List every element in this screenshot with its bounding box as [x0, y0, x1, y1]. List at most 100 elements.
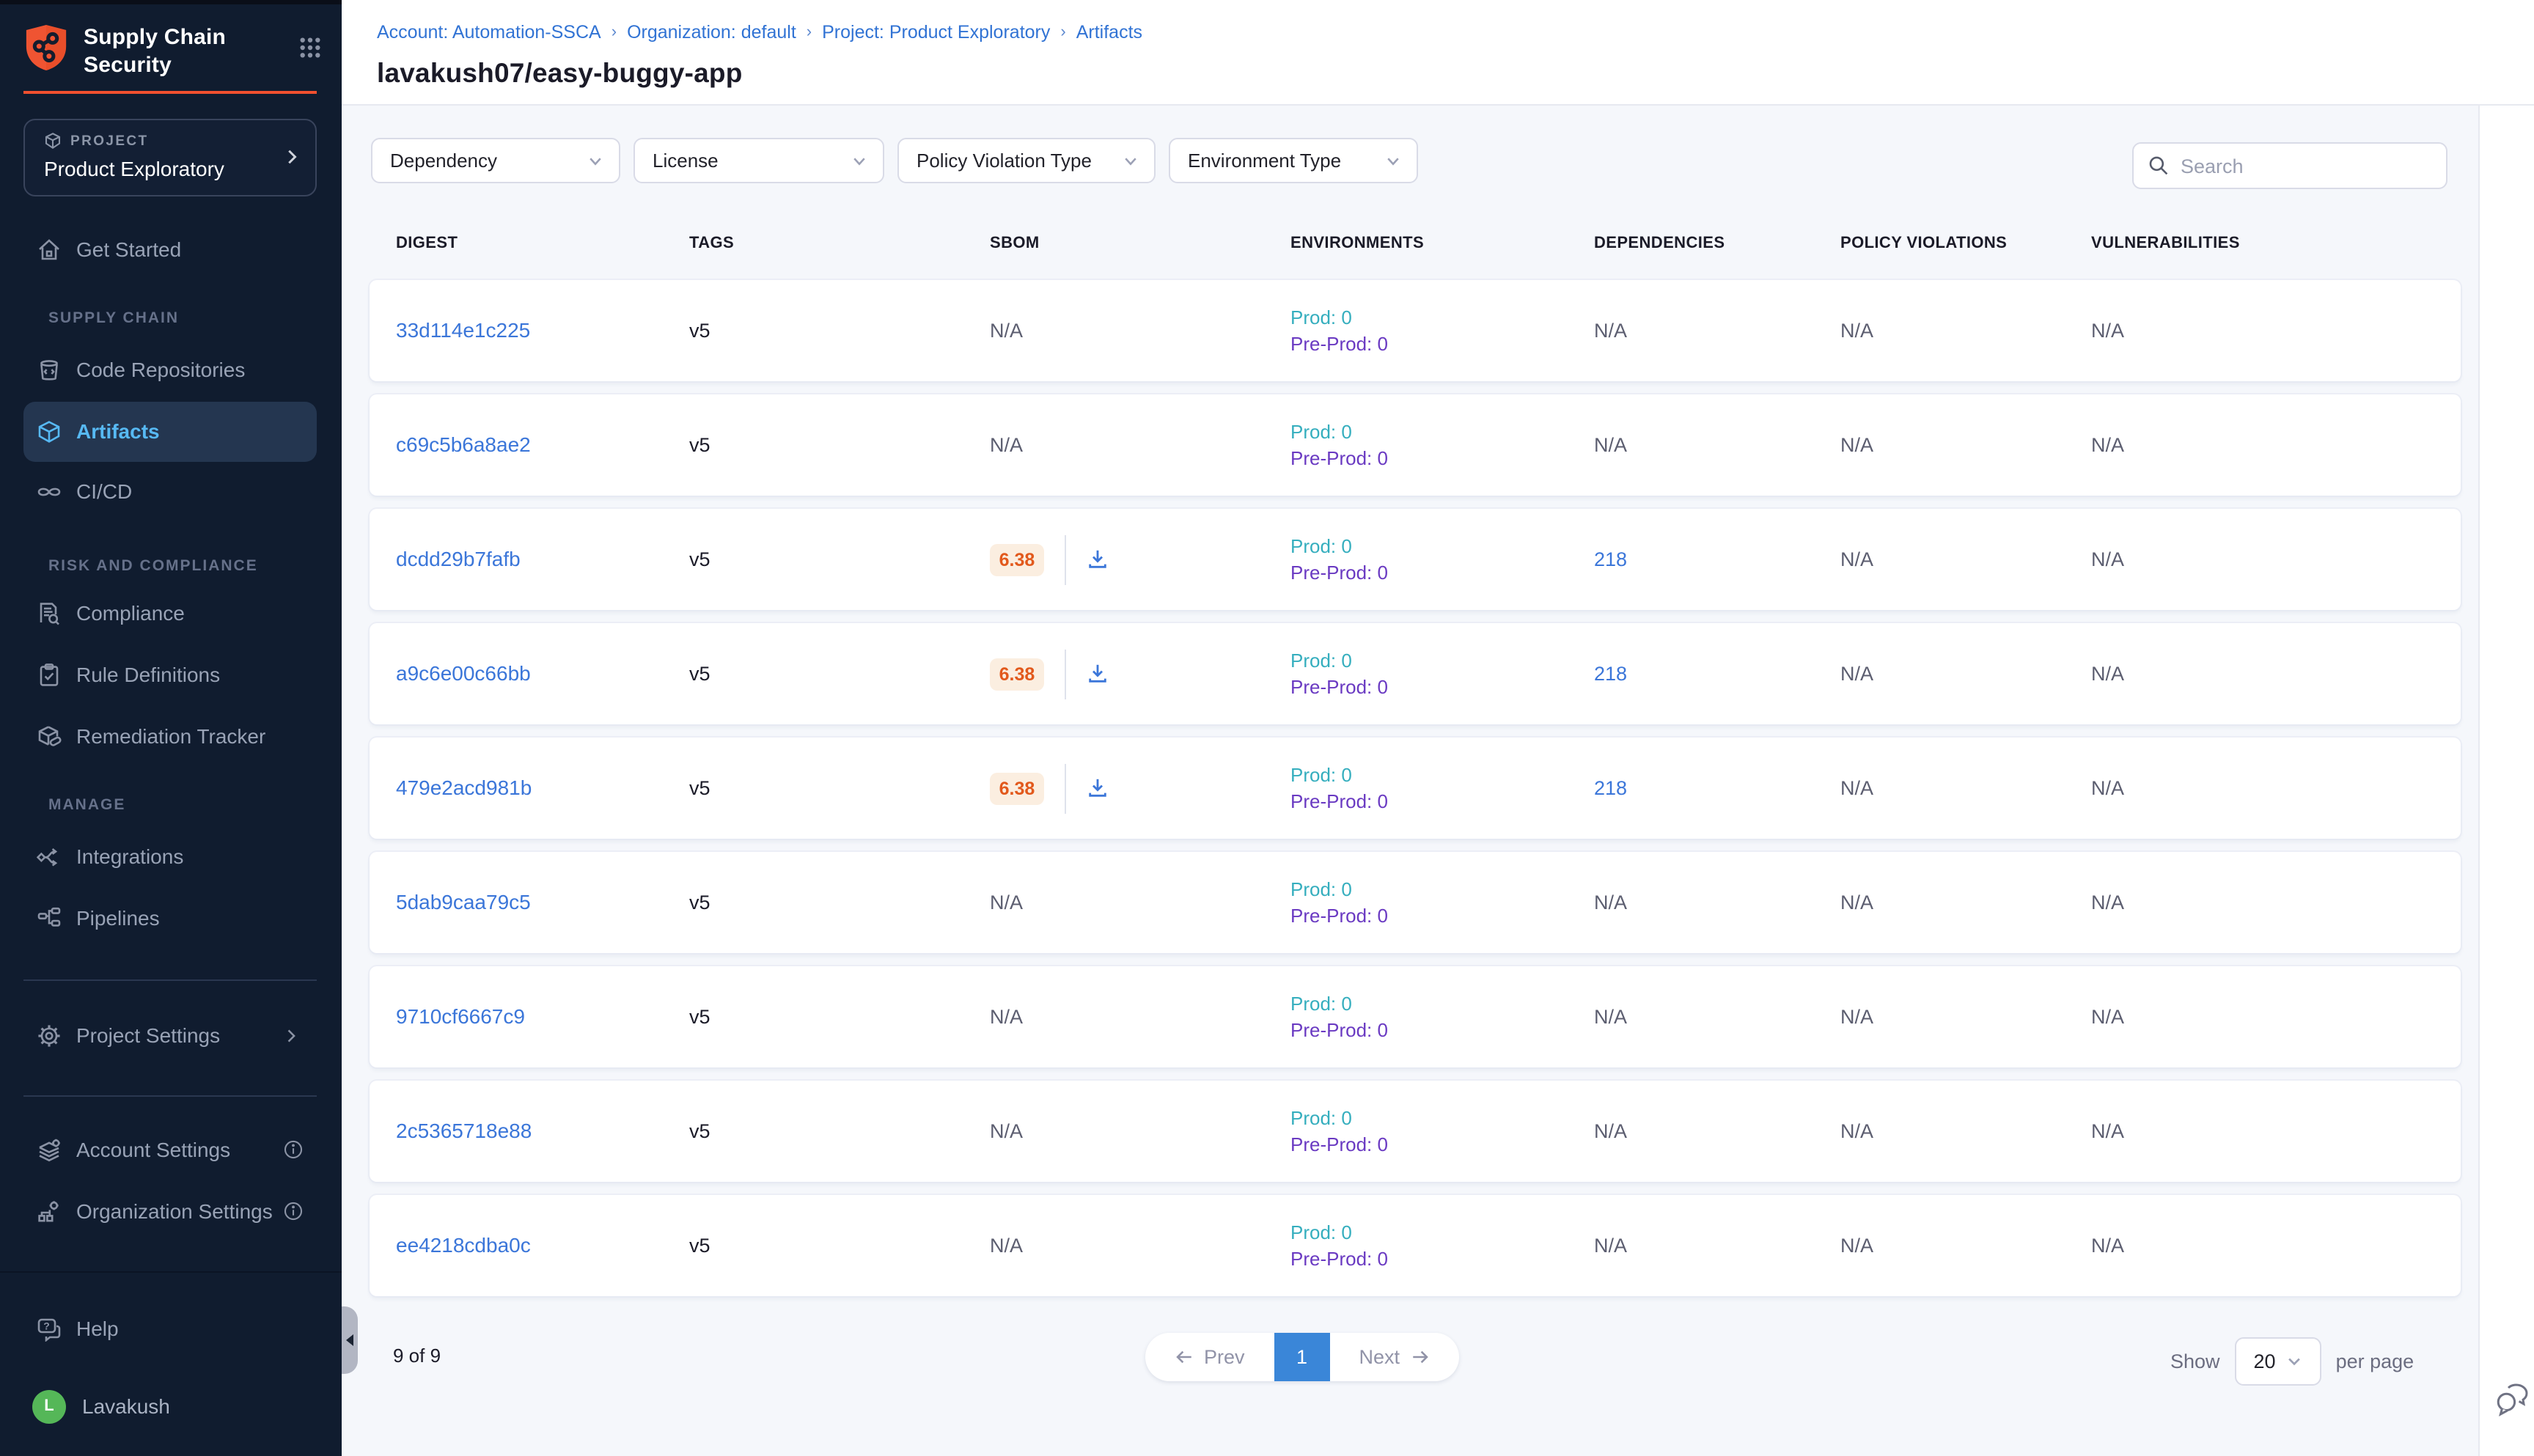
search-input[interactable]	[2181, 155, 2431, 177]
doc-search-icon	[37, 600, 62, 625]
artifact-digest-link[interactable]: dcdd29b7fafb	[396, 546, 521, 570]
sidebar-item-compliance[interactable]: Compliance	[23, 583, 317, 643]
filter-dropdown-license[interactable]: License	[634, 138, 884, 183]
filter-dropdown-environment-type[interactable]: Environment Type	[1169, 138, 1418, 183]
infinity-icon	[37, 479, 62, 504]
artifact-row: 2c5365718e88 v5 N/A Prod: 0 Pre-Prod: 0 …	[370, 1081, 2461, 1182]
integrations-icon	[37, 844, 62, 869]
search-box[interactable]	[2132, 142, 2447, 189]
nav-section-label: MANAGE	[48, 796, 125, 814]
prod-count-link[interactable]: Prod: 0	[1290, 533, 1594, 559]
dependencies-value: N/A	[1594, 1234, 1627, 1256]
download-sbom-icon[interactable]	[1087, 548, 1109, 570]
filter-dropdown-dependency[interactable]: Dependency	[371, 138, 620, 183]
artifact-digest-link[interactable]: a9c6e00c66bb	[396, 661, 531, 684]
vulnerabilities-value: N/A	[2091, 1005, 2124, 1027]
show-label: Show	[2170, 1350, 2220, 1372]
sidebar-item-help[interactable]: ? Help	[23, 1299, 317, 1358]
dependencies-link[interactable]: 218	[1594, 776, 1627, 798]
artifact-digest-link[interactable]: ee4218cdba0c	[396, 1232, 531, 1256]
page-size-select[interactable]: 20	[2235, 1337, 2321, 1386]
breadcrumb-link[interactable]: Account: Automation-SSCA	[377, 22, 601, 43]
prod-count-link[interactable]: Prod: 0	[1290, 1219, 1594, 1246]
dependencies-value: N/A	[1594, 319, 1627, 341]
prod-count-link[interactable]: Prod: 0	[1290, 419, 1594, 445]
preprod-count-link[interactable]: Pre-Prod: 0	[1290, 559, 1594, 586]
avatar: L	[32, 1389, 66, 1423]
content-body: Dependency License Policy Violation Type…	[342, 106, 2534, 1456]
sidebar-item-project-settings[interactable]: Project Settings	[23, 1005, 317, 1065]
preprod-count-link[interactable]: Pre-Prod: 0	[1290, 902, 1594, 929]
preprod-count-link[interactable]: Pre-Prod: 0	[1290, 788, 1594, 815]
environments-cell: Prod: 0 Pre-Prod: 0	[1290, 762, 1594, 815]
search-icon	[2148, 155, 2169, 176]
dependencies-link[interactable]: 218	[1594, 548, 1627, 570]
download-sbom-icon[interactable]	[1087, 777, 1109, 799]
project-selector[interactable]: PROJECT Product Exploratory	[23, 119, 317, 196]
preprod-count-link[interactable]: Pre-Prod: 0	[1290, 331, 1594, 357]
preprod-count-link[interactable]: Pre-Prod: 0	[1290, 1131, 1594, 1158]
prod-count-link[interactable]: Prod: 0	[1290, 304, 1594, 331]
breadcrumb-link[interactable]: Artifacts	[1076, 22, 1142, 43]
sidebar-item-code-repositories[interactable]: Code Repositories	[23, 339, 317, 400]
sidebar-collapse-handle[interactable]	[342, 1306, 358, 1374]
sbom-value: N/A	[990, 1119, 1023, 1141]
sidebar-item-remediation-tracker[interactable]: Remediation Tracker	[23, 706, 317, 766]
vulnerabilities-value: N/A	[2091, 433, 2124, 455]
cube-pill-icon	[37, 724, 62, 749]
filter-dropdown-policy-violation-type[interactable]: Policy Violation Type	[897, 138, 1156, 183]
sidebar-item-rule-definitions[interactable]: Rule Definitions	[23, 644, 317, 705]
vulnerabilities-value: N/A	[2091, 776, 2124, 798]
sidebar-item-get-started[interactable]: Get Started	[23, 219, 317, 279]
prod-count-link[interactable]: Prod: 0	[1290, 647, 1594, 674]
artifact-digest-link[interactable]: 5dab9caa79c5	[396, 889, 531, 913]
policy-violations-value: N/A	[1840, 891, 1873, 913]
artifact-digest-link[interactable]: 2c5365718e88	[396, 1118, 532, 1141]
prev-page-button[interactable]: Prev	[1145, 1333, 1274, 1381]
app-grid-icon[interactable]	[299, 37, 321, 59]
preprod-count-link[interactable]: Pre-Prod: 0	[1290, 674, 1594, 700]
chat-bubbles-icon[interactable]	[2494, 1381, 2530, 1416]
sbom-score-badge: 6.38	[990, 543, 1044, 576]
dependencies-value: N/A	[1594, 1005, 1627, 1027]
artifact-digest-link[interactable]: 479e2acd981b	[396, 775, 532, 798]
breadcrumb-link[interactable]: Project: Product Exploratory	[822, 22, 1050, 43]
sbom-score-badge: 6.38	[990, 772, 1044, 804]
sidebar-item-account-settings[interactable]: Account Settings	[23, 1119, 317, 1180]
org-gear-icon	[37, 1199, 62, 1224]
column-header-environments: ENVIRONMENTS	[1290, 235, 1594, 252]
page-number-active[interactable]: 1	[1274, 1333, 1330, 1381]
download-sbom-icon[interactable]	[1087, 663, 1109, 685]
artifact-digest-link[interactable]: c69c5b6a8ae2	[396, 432, 531, 455]
sbom-value: N/A	[990, 891, 1023, 913]
prod-count-link[interactable]: Prod: 0	[1290, 1105, 1594, 1131]
dependencies-value: N/A	[1594, 891, 1627, 913]
sidebar-item-pipelines[interactable]: Pipelines	[23, 888, 317, 948]
preprod-count-link[interactable]: Pre-Prod: 0	[1290, 1017, 1594, 1043]
artifact-digest-link[interactable]: 9710cf6667c9	[396, 1004, 525, 1027]
cube-icon	[37, 419, 62, 444]
page-header: Account: Automation-SSCA›Organization: d…	[342, 0, 2534, 106]
preprod-count-link[interactable]: Pre-Prod: 0	[1290, 445, 1594, 471]
prod-count-link[interactable]: Prod: 0	[1290, 990, 1594, 1017]
user-menu[interactable]: L Lavakush	[23, 1377, 317, 1435]
prod-count-link[interactable]: Prod: 0	[1290, 762, 1594, 788]
preprod-count-link[interactable]: Pre-Prod: 0	[1290, 1246, 1594, 1272]
sidebar-item-artifacts[interactable]: Artifacts	[23, 401, 317, 461]
breadcrumb-link[interactable]: Organization: default	[627, 22, 796, 43]
table-header: DIGESTTAGSSBOMENVIRONMENTSDEPENDENCIESPO…	[370, 235, 2461, 252]
chevron-down-icon	[1384, 152, 1402, 169]
artifact-digest-link[interactable]: 33d114e1c225	[396, 317, 530, 341]
sidebar-item-ci-cd[interactable]: CI/CD	[23, 461, 317, 521]
sidebar-item-organization-settings[interactable]: Organization Settings	[23, 1181, 317, 1241]
dependencies-link[interactable]: 218	[1594, 662, 1627, 684]
prod-count-link[interactable]: Prod: 0	[1290, 876, 1594, 902]
sidebar-item-integrations[interactable]: Integrations	[23, 826, 317, 886]
dependencies-value: N/A	[1594, 1119, 1627, 1141]
next-page-button[interactable]: Next	[1330, 1333, 1459, 1381]
info-icon	[283, 1201, 304, 1221]
sidebar-top-strip	[0, 0, 342, 4]
tag-value: v5	[689, 319, 710, 341]
policy-violations-value: N/A	[1840, 1234, 1873, 1256]
sbom-value: N/A	[990, 1005, 1023, 1027]
